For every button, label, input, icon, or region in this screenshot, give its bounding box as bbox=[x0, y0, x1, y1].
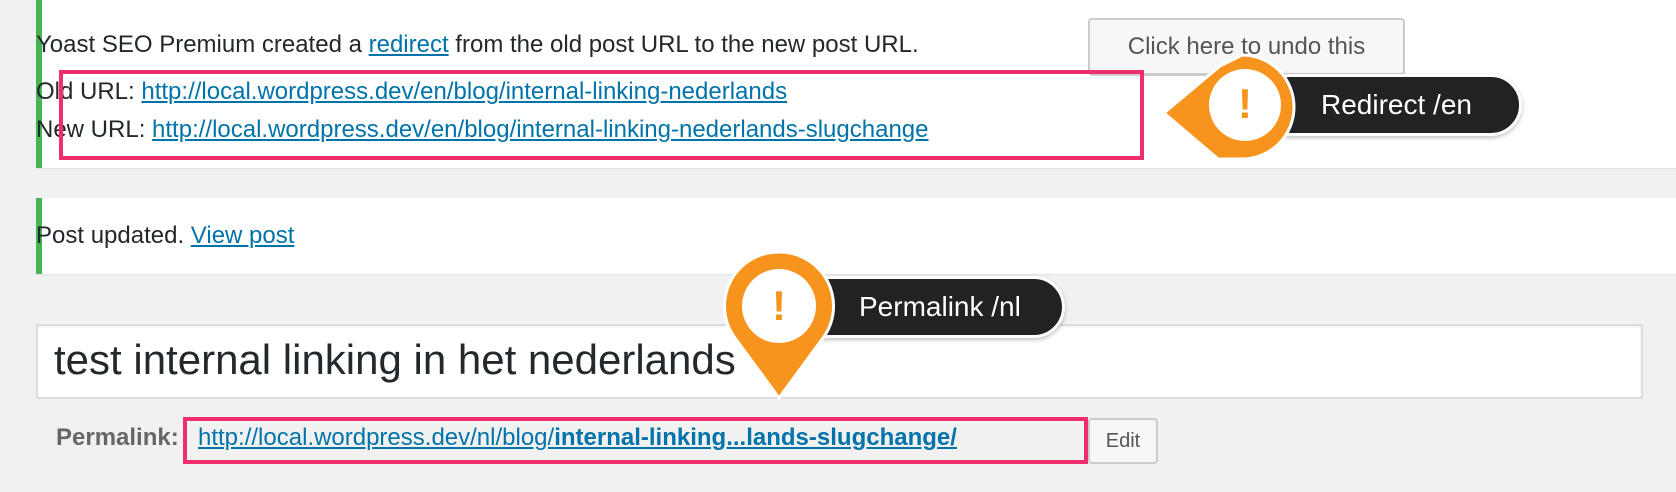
redirect-message: Yoast SEO Premium created a redirect fro… bbox=[36, 31, 919, 59]
permalink-link[interactable]: http://local.wordpress.dev/nl/blog/inter… bbox=[198, 424, 957, 452]
new-url-link[interactable]: http://local.wordpress.dev/en/blog/inter… bbox=[152, 116, 928, 143]
permalink-row: Permalink: http://local.wordpress.dev/nl… bbox=[56, 424, 957, 452]
post-title-text: test internal linking in het nederlands bbox=[54, 336, 736, 383]
permalink-label: Permalink: bbox=[56, 424, 179, 451]
post-updated-message: Post updated. View post bbox=[36, 222, 294, 250]
old-url-link[interactable]: http://local.wordpress.dev/en/blog/inter… bbox=[141, 78, 787, 105]
permalink-slug: internal-linking...lands-slugchange/ bbox=[554, 424, 957, 451]
permalink-base: http://local.wordpress.dev/nl/blog/ bbox=[198, 424, 555, 451]
edit-permalink-button[interactable]: Edit bbox=[1088, 418, 1158, 464]
warning-marker-glyph: ! bbox=[1238, 80, 1252, 127]
post-updated-text: Post updated. bbox=[36, 222, 191, 249]
old-url-line: Old URL: http://local.wordpress.dev/en/b… bbox=[36, 78, 787, 106]
warning-marker-icon: ! bbox=[1161, 53, 1296, 161]
redirect-link[interactable]: redirect bbox=[369, 31, 449, 58]
new-url-label: New URL: bbox=[36, 116, 153, 143]
redirect-text-after: from the old post URL to the new post UR… bbox=[448, 31, 919, 58]
old-url-label: Old URL: bbox=[36, 78, 142, 105]
warning-marker-icon: ! bbox=[723, 250, 835, 401]
warning-marker-glyph: ! bbox=[772, 282, 786, 329]
redirect-text-before: Yoast SEO Premium created a bbox=[36, 31, 369, 58]
new-url-line: New URL: http://local.wordpress.dev/en/b… bbox=[36, 116, 929, 144]
view-post-link[interactable]: View post bbox=[191, 222, 295, 249]
